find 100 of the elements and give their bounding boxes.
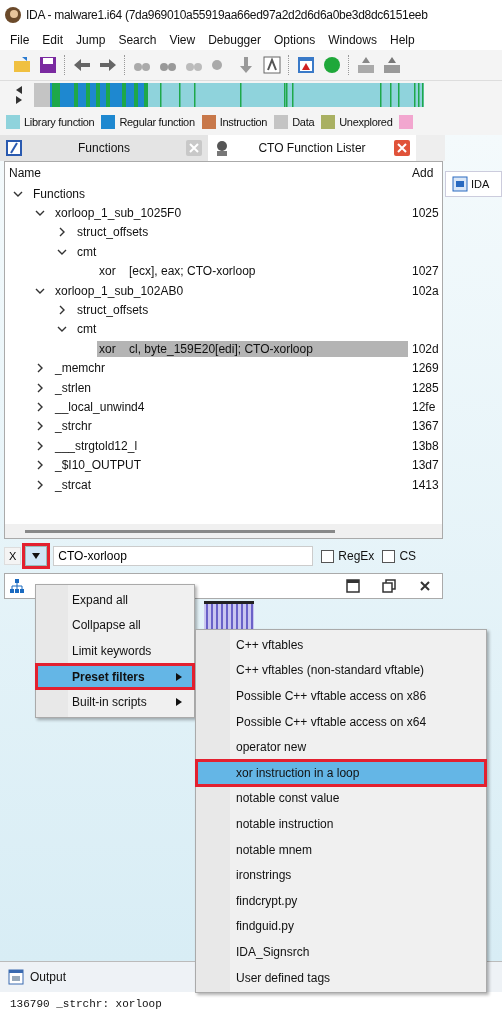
checkbox[interactable]	[321, 549, 335, 563]
tree-item[interactable]: _memchr	[53, 360, 107, 377]
tree-item[interactable]: struct_offsets	[75, 302, 151, 319]
menu-item[interactable]: Help	[389, 33, 415, 47]
menu-item[interactable]: notable instruction	[196, 811, 486, 837]
clear-button[interactable]: X	[4, 547, 22, 565]
menu-item[interactable]: Expand all	[36, 587, 194, 613]
menu-item[interactable]: findcrypt.py	[196, 887, 486, 914]
caret-icon	[32, 553, 41, 559]
expand-chevron-icon[interactable]	[35, 421, 45, 432]
expand-chevron-icon[interactable]	[35, 363, 45, 374]
scroll-arrows-icon	[14, 84, 24, 106]
output-window-icon	[8, 969, 24, 985]
export-icon[interactable]	[382, 55, 402, 75]
save-icon[interactable]	[38, 55, 58, 75]
menu-item[interactable]: xor instruction in a loop	[196, 759, 486, 786]
tree-item[interactable]: cmt	[75, 243, 99, 260]
checkbox[interactable]	[382, 549, 396, 563]
menu-item[interactable]: Built-in scripts	[36, 689, 194, 715]
column-header[interactable]: Name	[9, 166, 412, 180]
menu-item[interactable]: Limit keywords	[36, 638, 194, 664]
address-cell-text: 1367	[412, 419, 440, 434]
legend-label: Library function	[24, 116, 95, 128]
menu-item[interactable]: User defined tags	[196, 964, 486, 991]
output-line: 136790 _strchr: xorloop	[10, 998, 163, 1010]
tree-item[interactable]: cmt	[75, 321, 99, 338]
checkbox-label: CS	[399, 549, 417, 563]
menu-item[interactable]: C++ vftables (non-standard vftable)	[196, 657, 486, 684]
menu-item[interactable]: Options	[273, 33, 316, 47]
address-cell-text: 1285	[412, 380, 440, 395]
address-cell-text: 12fe	[412, 400, 437, 414]
filter-field[interactable]: CTO-xorloop	[53, 546, 314, 566]
expand-chevron-icon[interactable]	[35, 440, 45, 451]
menu-item[interactable]: Possible C++ vftable access on x64	[196, 708, 486, 735]
text-box-icon[interactable]	[262, 55, 282, 75]
restore-icon[interactable]	[382, 579, 396, 593]
horizontal-scrollbar[interactable]	[5, 524, 442, 538]
menu-item[interactable]: notable mnem	[196, 836, 486, 863]
menu-item[interactable]: Edit	[42, 33, 64, 47]
open-folder-icon[interactable]	[12, 55, 32, 75]
expand-chevron-icon[interactable]	[35, 479, 45, 490]
tree-item[interactable]: struct_offsets	[75, 224, 151, 241]
window-icon[interactable]	[296, 55, 316, 75]
address-cell-text: 13b8	[412, 438, 440, 453]
menu-item[interactable]: Windows	[328, 33, 377, 47]
document-icon	[452, 176, 468, 192]
expand-chevron-icon[interactable]	[35, 402, 45, 412]
tab[interactable]: Functions	[0, 135, 208, 161]
menu-item[interactable]: ironstrings	[196, 862, 486, 888]
hierarchy-icon	[9, 578, 25, 594]
tree-item[interactable]: _strlen	[53, 379, 94, 396]
tree-item[interactable]: _$I10_OUTPUT	[53, 457, 144, 474]
menu-item[interactable]: C++ vftables	[196, 632, 486, 658]
menu-item[interactable]: Collpapse all	[36, 612, 194, 639]
menu-item[interactable]: Debugger	[208, 33, 261, 47]
menu-item[interactable]: notable const value	[196, 785, 486, 812]
panel-title: Output	[30, 970, 67, 984]
menu-item[interactable]: findguid.py	[196, 913, 486, 940]
tree-item[interactable]: _strcat	[53, 476, 93, 493]
address-cell-text: 1413	[412, 477, 440, 492]
legend-label: Data	[292, 116, 315, 128]
window-title: IDA - malware1.i64 (7da969010a55919aa66ed97a2d2d6d6a0be3d8dc6151eeb	[26, 8, 428, 22]
expand-chevron-icon[interactable]	[57, 227, 67, 238]
tree-item[interactable]: xorloop_1_sub_102AB0	[53, 282, 186, 299]
menu-item[interactable]: operator new	[196, 734, 486, 760]
tree-item[interactable]: ___strgtold12_l	[53, 437, 140, 454]
menu-item[interactable]: View	[169, 33, 196, 47]
address-cell-text: 1027	[412, 264, 440, 279]
tree-item[interactable]: Functions	[31, 185, 88, 202]
close-icon[interactable]	[418, 579, 432, 593]
tab[interactable]: CTO Function Lister	[208, 135, 416, 161]
tree-item[interactable]: __local_unwind4	[53, 399, 147, 415]
address-cell-text: 1269	[412, 361, 440, 376]
menu-item[interactable]: IDA_Signsrch	[196, 939, 486, 965]
tree-item[interactable]: xorloop_1_sub_1025F0	[53, 205, 184, 222]
menu-item[interactable]: Preset filters	[36, 663, 194, 690]
tree-item[interactable]: _strchr	[53, 418, 94, 435]
expand-chevron-icon[interactable]	[35, 460, 45, 471]
menu-item[interactable]: Jump	[76, 33, 106, 47]
side-tab[interactable]: IDA	[445, 171, 502, 197]
address-cell-text: 102d	[412, 341, 440, 356]
export-icon[interactable]	[356, 55, 376, 75]
legend-label: Regular function	[119, 116, 195, 128]
circle-icon[interactable]	[322, 55, 342, 75]
tree-item[interactable]: xor cl, byte_159E20[edi]; CTO-xorloop	[97, 340, 408, 357]
menu-item[interactable]: Search	[118, 33, 157, 47]
checkbox-label: RegEx	[338, 549, 375, 563]
legend-label: Unexplored	[339, 116, 393, 128]
column-header[interactable]: Add	[412, 166, 442, 180]
function-icon	[6, 140, 22, 156]
menu-item[interactable]: File	[10, 33, 30, 47]
tree-item[interactable]: xor [ecx], eax; CTO-xorloop	[97, 263, 258, 280]
address-cell-text: 13d7	[412, 458, 440, 473]
expand-chevron-icon[interactable]	[57, 305, 67, 316]
legend-label: Instruction	[219, 116, 268, 128]
maximize-icon[interactable]	[346, 579, 360, 593]
expand-chevron-icon[interactable]	[35, 382, 45, 393]
address-cell-text: 102a	[412, 283, 440, 298]
dropdown-button[interactable]	[25, 546, 48, 566]
menu-item[interactable]: Possible C++ vftable access on x86	[196, 683, 486, 709]
